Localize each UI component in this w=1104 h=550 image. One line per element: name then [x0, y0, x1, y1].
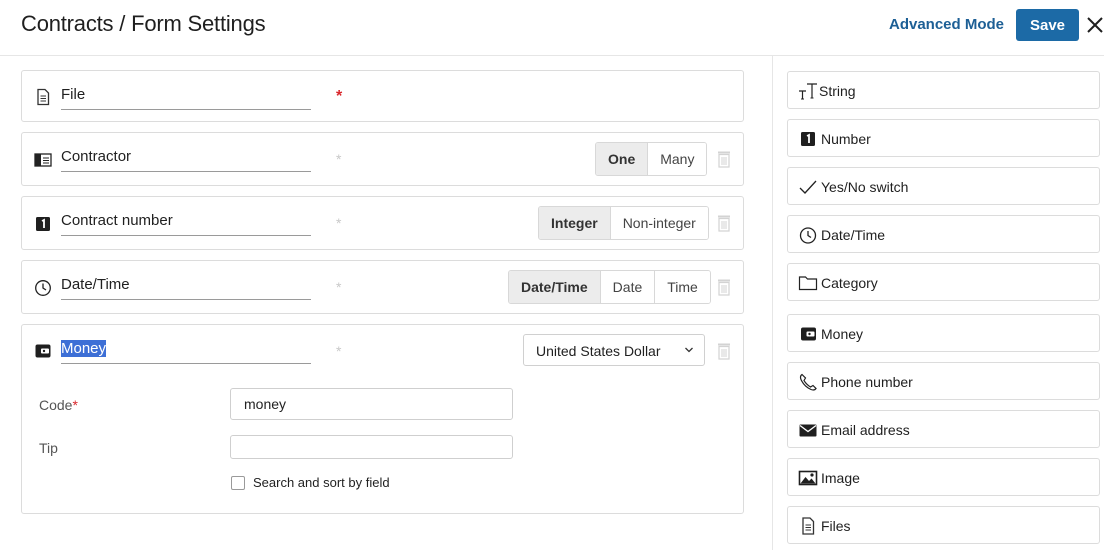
currency-select[interactable]: United States Dollar	[523, 334, 705, 366]
palette-label: Date/Time	[821, 227, 886, 243]
required-toggle[interactable]: *	[336, 279, 341, 295]
palette-label: Image	[821, 470, 860, 486]
field-card-contractor[interactable]: Contractor * One Many	[21, 132, 744, 186]
option-time[interactable]: Time	[654, 271, 710, 303]
field-name-text: Contractor	[61, 148, 132, 165]
field-name-input[interactable]: File	[61, 84, 311, 110]
file-icon	[37, 88, 50, 106]
tip-label: Tip	[39, 440, 58, 456]
file-icon	[802, 517, 815, 535]
field-name-text: Money	[61, 340, 107, 357]
datetime-type-toggle: Date/Time Date Time	[508, 270, 711, 304]
option-date[interactable]: Date	[599, 271, 655, 303]
palette-item-number[interactable]: Number	[787, 119, 1100, 157]
wallet-icon	[801, 327, 816, 341]
field-name-text: File	[61, 86, 86, 103]
image-icon	[798, 470, 818, 486]
palette-label: Phone number	[821, 374, 913, 390]
palette-item-date-time[interactable]: Date/Time	[787, 215, 1100, 253]
palette-item-phone-number[interactable]: Phone number	[787, 362, 1100, 400]
trash-icon[interactable]	[716, 342, 732, 360]
contractor-card-icon	[34, 153, 52, 167]
required-toggle[interactable]: *	[336, 151, 341, 167]
palette-label: Yes/No switch	[821, 179, 909, 195]
checkmark-icon	[799, 180, 817, 194]
search-sort-checkbox[interactable]	[231, 476, 245, 490]
advanced-mode-link[interactable]: Advanced Mode	[889, 16, 1004, 33]
save-button[interactable]: Save	[1016, 9, 1079, 41]
palette-label: String	[819, 83, 856, 99]
field-name-input[interactable]: Contract number	[61, 210, 311, 236]
palette-item-string[interactable]: String	[787, 71, 1100, 109]
close-icon[interactable]	[1085, 14, 1104, 36]
page-header: Contracts / Form Settings Advanced Mode …	[0, 0, 1104, 56]
palette-label: Money	[821, 326, 864, 342]
field-card-date-time[interactable]: Date/Time * Date/Time Date Time	[21, 260, 744, 314]
palette-item-category[interactable]: Category	[787, 263, 1100, 301]
currency-value: United States Dollar	[536, 343, 661, 359]
chevron-down-icon	[685, 347, 693, 353]
trash-icon[interactable]	[716, 150, 732, 168]
text-type-icon	[799, 83, 817, 100]
number-icon	[36, 217, 50, 231]
envelope-icon	[799, 424, 817, 437]
palette-label: Number	[821, 131, 871, 147]
trash-icon[interactable]	[716, 278, 732, 296]
palette-item-yes-no-switch[interactable]: Yes/No switch	[787, 167, 1100, 205]
field-name-input[interactable]: Money	[61, 338, 311, 364]
option-many[interactable]: Many	[647, 143, 707, 175]
option-non-integer[interactable]: Non-integer	[609, 207, 708, 239]
field-name-input[interactable]: Contractor	[61, 146, 311, 172]
phone-icon	[799, 373, 817, 391]
field-name-input[interactable]: Date/Time	[61, 274, 311, 300]
field-card-money[interactable]: Money * United States Dollar Code* Tip S…	[21, 324, 744, 514]
search-sort-label: Search and sort by field	[253, 475, 390, 490]
required-toggle[interactable]: *	[336, 88, 342, 106]
code-label-text: Code	[39, 397, 73, 413]
field-card-contract-number[interactable]: Contract number * Integer Non-integer	[21, 196, 744, 250]
palette-item-money[interactable]: Money	[787, 314, 1100, 352]
field-name-text: Date/Time	[61, 276, 130, 293]
number-type-toggle: Integer Non-integer	[538, 206, 709, 240]
palette-item-files[interactable]: Files	[787, 506, 1100, 544]
multiplicity-toggle: One Many	[595, 142, 708, 176]
field-card-file[interactable]: File *	[21, 70, 744, 122]
wallet-icon	[35, 344, 51, 358]
option-date-time[interactable]: Date/Time	[509, 271, 600, 303]
trash-icon[interactable]	[716, 214, 732, 232]
tip-input[interactable]	[230, 435, 513, 459]
field-name-text: Contract number	[61, 212, 173, 229]
palette-item-image[interactable]: Image	[787, 458, 1100, 496]
palette-label: Files	[821, 518, 851, 534]
code-input[interactable]	[230, 388, 513, 420]
code-label: Code*	[39, 397, 78, 413]
palette-item-email-address[interactable]: Email address	[787, 410, 1100, 448]
page-title: Contracts / Form Settings	[21, 11, 266, 36]
required-toggle[interactable]: *	[336, 215, 341, 231]
palette-label: Category	[821, 275, 878, 291]
palette-label: Email address	[821, 422, 910, 438]
clock-icon	[35, 280, 51, 296]
required-toggle[interactable]: *	[336, 343, 341, 359]
panel-divider	[772, 56, 773, 550]
folder-icon	[798, 276, 818, 291]
clock-icon	[799, 227, 817, 244]
option-integer[interactable]: Integer	[539, 207, 610, 239]
option-one[interactable]: One	[596, 143, 648, 175]
number-icon	[801, 132, 815, 146]
code-required-mark: *	[72, 397, 78, 413]
